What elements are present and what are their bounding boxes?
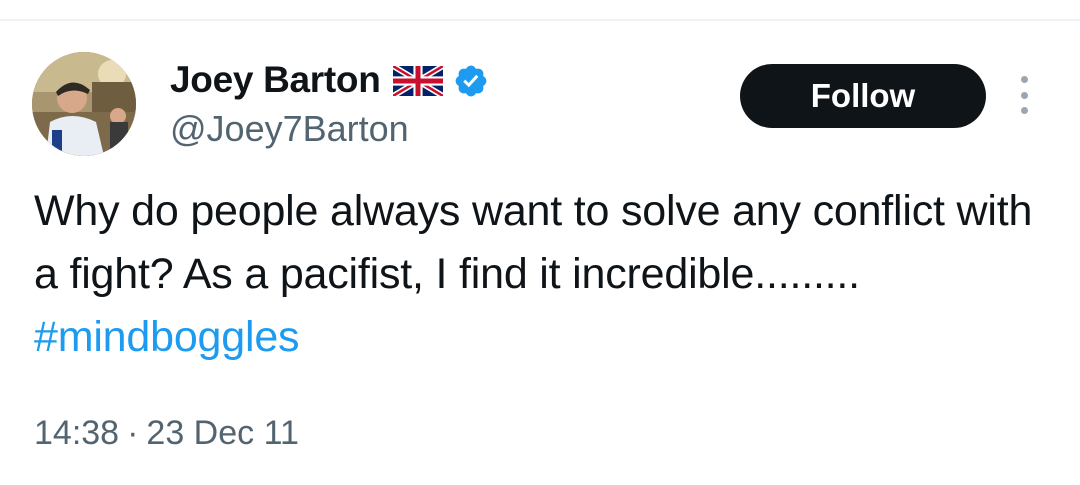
author-name-row[interactable]: Joey Barton (170, 58, 489, 102)
meta-separator: · (127, 414, 139, 452)
more-dot (1020, 107, 1028, 114)
author-handle[interactable]: @Joey7Barton (170, 108, 409, 150)
uk-flag-icon (391, 63, 445, 99)
verified-badge-icon[interactable] (453, 63, 489, 99)
more-options-icon[interactable] (1012, 72, 1036, 118)
avatar-photo (32, 52, 136, 156)
more-dot (1020, 76, 1028, 83)
follow-button[interactable]: Follow (740, 64, 986, 128)
tweet-time[interactable]: 14:38 (34, 414, 119, 452)
tweet-body: Why do people always want to solve any c… (34, 187, 1033, 298)
tweet-date[interactable]: 23 Dec 11 (146, 414, 298, 452)
avatar[interactable] (32, 52, 136, 156)
more-dot (1020, 91, 1028, 99)
tweet-card: Joey Barton @Joey7Barton Follow Why do p… (0, 0, 1080, 485)
tweet-text: Why do people always want to solve any c… (34, 180, 1044, 369)
hashtag-link[interactable]: #mindboggles (34, 313, 300, 361)
tweet-timestamp[interactable]: 14:38 · 23 Dec 11 (34, 414, 299, 453)
author-display-name[interactable]: Joey Barton (170, 59, 381, 101)
